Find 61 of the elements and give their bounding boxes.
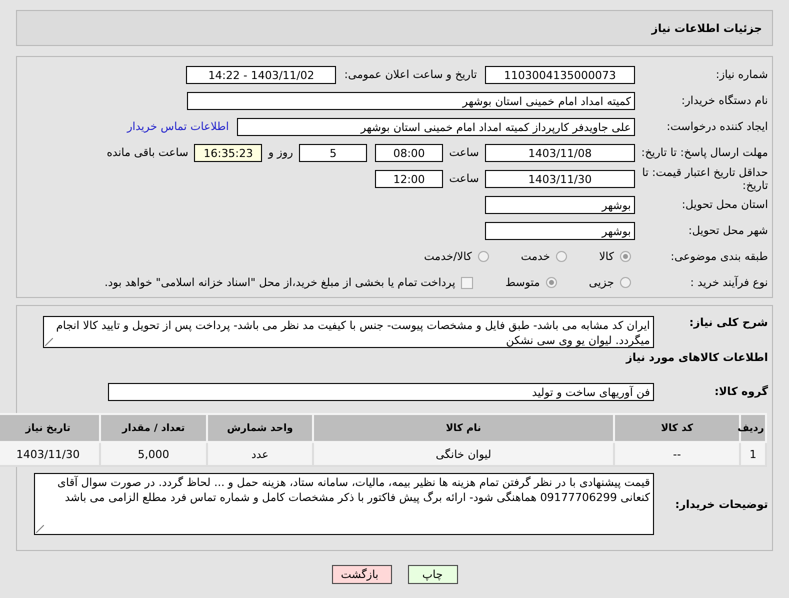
option-label: کالا [599, 250, 614, 263]
buyer-notes-textarea[interactable]: قیمت پیشنهادی با در نظر گرفتن تمام هزینه ها نظیر بیمه، مالیات، سامانه ستاد، هزینه حمل و ... لحاظ گردد. در صورت سوال آقای کنعانی 09177706299 هماهنگی شود- ارائه برگ پیش فاکتور با ذکر مشخصات کامل و شماره تماس فرد مطلع الزامی می باشد [34, 473, 654, 535]
city-field: بوشهر [485, 222, 635, 240]
table-cell: -- [614, 442, 740, 466]
checkbox-label: پرداخت تمام یا بخشی از مبلغ خرید،از محل "اسناد خزانه اسلامی" خواهد بود. [104, 276, 456, 289]
checkbox[interactable] [461, 276, 474, 288]
resize-grip-icon [45, 338, 53, 346]
days-field: 5 [299, 144, 368, 162]
table-cell: عدد [207, 442, 313, 466]
province-field: بوشهر [485, 196, 635, 214]
table-cell: لیوان خانگی [313, 442, 614, 466]
field-label: نام دستگاه خریدار: [680, 94, 769, 107]
page-title: جزئیات اطلاعات نیاز [652, 22, 762, 34]
column-header: واحد شمارش [207, 414, 313, 442]
requester-field: علی جاویدفر کارپرداز کمیته امداد امام خمینی استان بوشهر [237, 118, 635, 136]
option-label: جزیی [588, 276, 614, 289]
option-label: خدمت [520, 250, 550, 263]
table-cell: 5,000 [100, 442, 207, 466]
deadline-date-field: 1403/11/08 [485, 144, 635, 162]
field-label: نوع فرآیند خرید : [689, 276, 769, 289]
remaining-label: ساعت باقی مانده [106, 146, 190, 159]
need-number-field: 1103004135000073 [485, 66, 635, 84]
days-label: روز و [266, 146, 294, 159]
field-label: شماره نیاز: [714, 68, 769, 81]
resize-grip-icon [36, 525, 44, 533]
radio-button[interactable] [556, 251, 568, 262]
time-label: ساعت [448, 172, 480, 185]
validity-date-field: 1403/11/30 [485, 170, 635, 188]
field-label: ایجاد کننده درخواست: [666, 120, 769, 133]
buyer-org-field: کمیته امداد امام خمینی استان بوشهر [187, 92, 635, 110]
field-label: توضیحات خریدار: [674, 498, 769, 510]
option-label: متوسط [505, 276, 540, 289]
column-header: تاریخ نیاز [0, 414, 100, 442]
deadline-time-field: 08:00 [375, 144, 444, 162]
field-label: استان محل تحویل: [680, 198, 769, 211]
announce-date-field: 1403/11/02 - 14:22 [186, 66, 336, 84]
radio-button[interactable] [546, 277, 557, 288]
description-textarea[interactable]: ایران کد مشابه می باشد- طبق فایل و مشخصات پیوست- جنس با کیفیت مد نظر می باشد- پرداخت پس از تحویل و تایید کالا انجام میگردد. لیوان یو وی سی نشکن [43, 316, 654, 348]
field-label: تاریخ و ساعت اعلان عمومی: [343, 68, 478, 81]
column-header: تعداد / مقدار [100, 414, 207, 442]
table-cell: 1 [740, 442, 766, 466]
option-label: کالا/خدمت [424, 250, 472, 263]
section-title: اطلاعات کالاهای مورد نیاز [624, 351, 769, 364]
column-header: ردیف [740, 414, 766, 442]
print-button[interactable]: چاپ [408, 565, 458, 584]
field-label: گروه کالا: [713, 385, 769, 398]
remaining-time-field: 16:35:23 [194, 144, 262, 162]
validity-time-field: 12:00 [375, 170, 444, 188]
radio-button[interactable] [620, 251, 631, 262]
field-label: شرح کلی نیاز: [688, 316, 769, 329]
radio-button[interactable] [620, 277, 631, 288]
time-label: ساعت [448, 146, 480, 159]
goods-group-field: فن آوریهای ساخت و تولید [108, 382, 654, 400]
field-label: حداقل تاریخ اعتبار قیمت: تا تاریخ: [641, 166, 769, 192]
radio-button[interactable] [478, 251, 489, 262]
field-label: مهلت ارسال پاسخ: تا تاریخ: [640, 146, 769, 159]
field-label: طبقه بندی موضوعی: [670, 250, 769, 263]
buyer-contact-link[interactable]: اطلاعات تماس خریدار [127, 120, 237, 133]
column-header: نام کالا [313, 414, 614, 442]
field-label: شهر محل تحویل: [687, 224, 769, 237]
back-button[interactable]: بازگشت [332, 565, 392, 584]
